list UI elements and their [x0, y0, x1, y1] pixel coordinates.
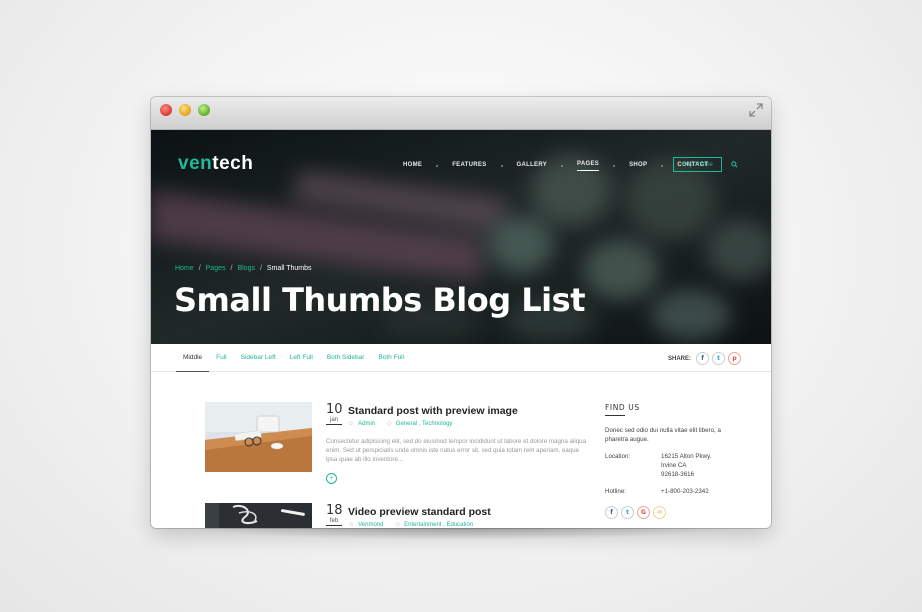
post-day: 18 [326, 503, 343, 518]
sidebar-social-links: f t G ✉ [605, 506, 735, 519]
sidebar-title: FIND US [605, 403, 640, 412]
post-date: 10 jan [326, 402, 343, 425]
tab-both-full[interactable]: Both Full [371, 344, 411, 372]
maximize-button[interactable] [198, 104, 210, 116]
location-row: Location: 16215 Alton Pkwy. Irvine CA 92… [605, 452, 735, 479]
hotline-label: Hotline: [605, 488, 626, 495]
location-line: Irvine CA [661, 462, 687, 469]
hotline-value[interactable]: +1-800-203-2342 [661, 487, 709, 496]
post-categories[interactable]: General , Technology [396, 421, 453, 427]
post-month: feb [326, 518, 342, 526]
post-thumbnail[interactable] [205, 503, 312, 528]
breadcrumb: Home / Pages / Blogs / Small Thumbs [175, 265, 312, 272]
twitter-icon[interactable]: t [621, 506, 634, 519]
post-month: jan [326, 417, 342, 425]
location-line: 92618-3616 [661, 471, 695, 478]
breadcrumb-home[interactable]: Home [175, 265, 194, 272]
breadcrumb-separator: / [198, 265, 201, 272]
tab-middle[interactable]: Middle [176, 344, 210, 372]
close-button[interactable] [160, 104, 172, 116]
twitter-icon[interactable]: t [712, 352, 726, 365]
nav-separator [561, 165, 564, 167]
user-icon: ☺ [348, 420, 355, 427]
post-author[interactable]: Venmond [358, 522, 383, 528]
ventech-logo[interactable]: ventech [178, 153, 253, 175]
fullscreen-icon[interactable] [749, 103, 763, 117]
minimize-button[interactable] [179, 104, 191, 116]
nav-separator [436, 165, 439, 167]
post-meta: ☺ Admin ◇ General , Technology [348, 420, 453, 428]
hotline-row: Hotline: +1-800-203-2342 [605, 487, 735, 496]
browser-window: ventech HOME FEATURES GALLERY PAGES SHOP… [151, 97, 771, 528]
tab-both-sidebar[interactable]: Both Sidebar [320, 344, 372, 372]
logo-part-tech: tech [212, 153, 254, 174]
nav-separator [661, 165, 664, 167]
search-icon[interactable] [731, 161, 738, 168]
location-value: 16215 Alton Pkwy. Irvine CA 92618-3616 [661, 452, 711, 479]
post-thumbnail-image [205, 402, 312, 472]
tab-full[interactable]: Full [209, 344, 233, 372]
window-titlebar [151, 97, 771, 130]
tag-icon: ◇ [395, 522, 401, 528]
layout-tabs: Middle Full Sidebar Left Left Full Both … [176, 344, 411, 372]
breadcrumb-separator: / [230, 265, 233, 272]
post-day: 10 [326, 402, 343, 417]
location-line: 16215 Alton Pkwy. [661, 453, 712, 460]
breadcrumb-blogs[interactable]: Blogs [237, 265, 255, 272]
tab-sidebar-left[interactable]: Sidebar Left [234, 344, 283, 372]
post-title[interactable]: Video preview standard post [348, 506, 491, 518]
mail-icon[interactable]: ✉ [653, 506, 666, 519]
pinterest-icon[interactable]: p [728, 352, 742, 365]
breadcrumb-current: Small Thumbs [266, 265, 312, 272]
buy-theme-button[interactable]: Buy Theme [673, 157, 722, 172]
blog-post: 18 feb Video preview standard post ☺ Ven… [205, 503, 545, 528]
layout-tabs-bar: Middle Full Sidebar Left Left Full Both … [151, 344, 771, 372]
main-navigation: HOME FEATURES GALLERY PAGES SHOP CONTACT [403, 161, 708, 171]
logo-part-ven: ven [178, 153, 213, 174]
post-meta: ☺ Venmond ◇ Entertainment , Education [348, 521, 473, 529]
sidebar-title-underline [605, 415, 625, 416]
breadcrumb-pages[interactable]: Pages [206, 265, 226, 272]
post-excerpt: Consectetur adipisicing elit, sed do eiu… [326, 438, 587, 463]
hero-banner: ventech HOME FEATURES GALLERY PAGES SHOP… [151, 130, 771, 344]
post-thumbnail[interactable] [205, 402, 312, 472]
nav-pages[interactable]: PAGES [577, 161, 600, 171]
nav-separator [500, 165, 503, 167]
location-label: Location: [605, 453, 631, 460]
nav-separator [613, 165, 616, 167]
facebook-icon[interactable]: f [605, 506, 618, 519]
user-icon: ☺ [348, 521, 355, 528]
share-label: SHARE: [668, 355, 692, 362]
post-author[interactable]: Admin [358, 421, 375, 427]
post-date: 18 feb [326, 503, 343, 526]
sidebar-description: Donec sed odio dui nulla vitae elit libe… [605, 427, 721, 443]
tag-icon: ◇ [387, 421, 392, 427]
google-plus-icon[interactable]: G [637, 506, 650, 519]
page-title: Small Thumbs Blog List [174, 281, 585, 319]
share-links: SHARE: f t p [668, 352, 742, 365]
post-title[interactable]: Standard post with preview image [348, 405, 518, 417]
breadcrumb-separator: / [259, 265, 262, 272]
read-more-button[interactable]: + [326, 473, 337, 484]
facebook-icon[interactable]: f [696, 352, 710, 365]
tab-left-full[interactable]: Left Full [283, 344, 320, 372]
nav-home[interactable]: HOME [403, 162, 422, 171]
blog-post: 10 jan Standard post with preview image … [205, 402, 586, 492]
post-categories[interactable]: Entertainment , Education [404, 522, 473, 528]
post-thumbnail-image [205, 503, 312, 528]
nav-shop[interactable]: SHOP [629, 162, 647, 171]
sidebar-find-us: FIND US Donec sed odio dui nulla vitae e… [605, 403, 735, 519]
nav-features[interactable]: FEATURES [452, 162, 486, 171]
nav-gallery[interactable]: GALLERY [517, 162, 548, 171]
